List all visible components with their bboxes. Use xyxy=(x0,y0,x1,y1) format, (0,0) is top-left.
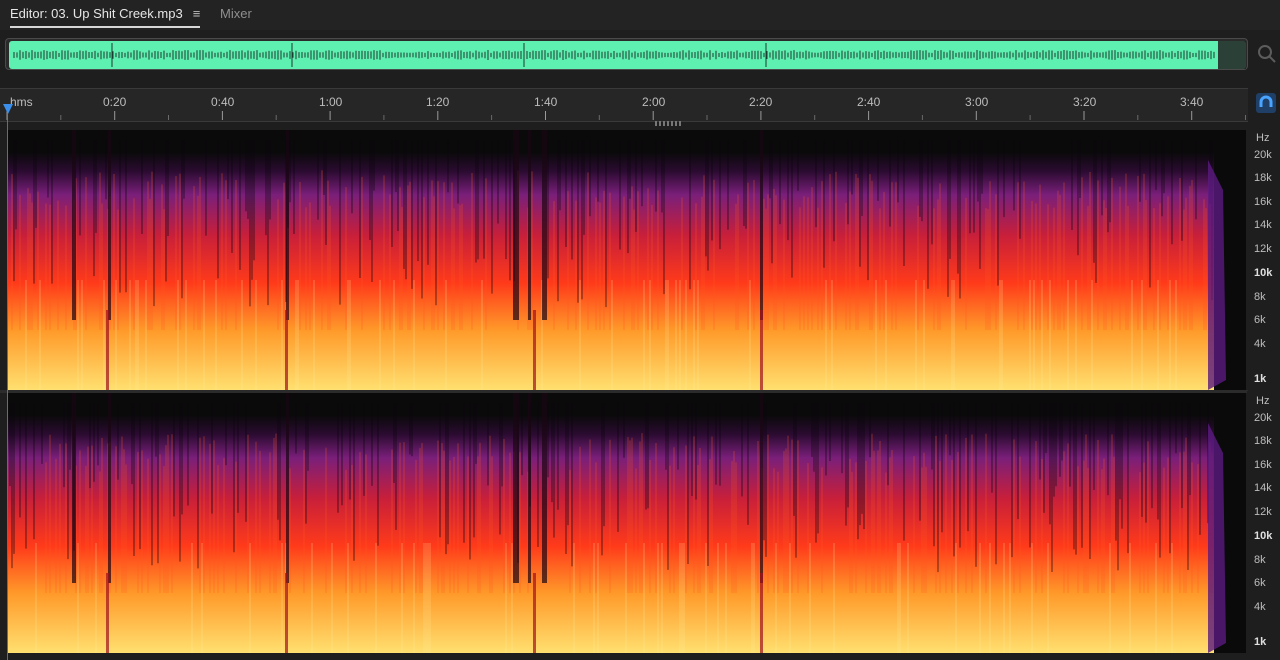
hz-label: 1k xyxy=(1254,636,1267,648)
ruler-mark: 3:20 xyxy=(1073,95,1097,109)
tab-editor[interactable]: Editor: 03. Up Shit Creek.mp3 ≡ xyxy=(10,6,201,28)
frequency-scale-right: Hz 20k 18k 16k 14k 12k 10k 8k 6k 4k 1k xyxy=(1247,391,1280,653)
ruler-mark: 0:40 xyxy=(211,95,235,109)
tab-editor-label: Editor: 03. Up Shit Creek.mp3 xyxy=(10,6,183,21)
playhead-line xyxy=(7,114,8,660)
time-ruler[interactable]: hms 0:20 0:40 1:00 1:20 1:40 2:00 2:20 2… xyxy=(0,88,1248,122)
overview-waveform-graphic xyxy=(9,41,1246,69)
hz-label: 8k xyxy=(1254,291,1266,303)
ruler-mark: 2:40 xyxy=(857,95,881,109)
hz-label: 16k xyxy=(1254,459,1272,471)
hz-label: 10k xyxy=(1254,530,1273,542)
tab-bar: Editor: 03. Up Shit Creek.mp3 ≡ Mixer xyxy=(0,0,1280,30)
hz-label: 14k xyxy=(1254,482,1272,494)
hz-label: 1k xyxy=(1254,373,1267,385)
hz-label: 20k xyxy=(1254,412,1272,424)
hz-label: 12k xyxy=(1254,506,1272,518)
panel-resize-grip[interactable] xyxy=(655,121,681,126)
ruler-mark: 3:40 xyxy=(1180,95,1204,109)
zoom-magnifier-icon[interactable] xyxy=(1257,44,1277,64)
hz-label: 18k xyxy=(1254,435,1272,447)
spectrogram-channel-left[interactable] xyxy=(8,130,1246,390)
playhead-marker-icon[interactable] xyxy=(3,104,13,114)
hz-label: 16k xyxy=(1254,196,1272,208)
hz-unit-label: Hz xyxy=(1256,132,1270,144)
hz-label: 4k xyxy=(1254,601,1266,613)
hz-label: 8k xyxy=(1254,554,1266,566)
hz-label: 18k xyxy=(1254,172,1272,184)
tab-mixer[interactable]: Mixer xyxy=(220,6,252,26)
overview-waveform[interactable] xyxy=(5,38,1248,70)
ruler-mark: 2:00 xyxy=(642,95,666,109)
hz-label: 6k xyxy=(1254,577,1266,589)
ruler-mark: 0:20 xyxy=(103,95,127,109)
ruler-mark: 2:20 xyxy=(749,95,773,109)
ruler-mark: 1:20 xyxy=(426,95,450,109)
spectrogram-graphic xyxy=(8,393,1246,653)
hz-label: 6k xyxy=(1254,314,1266,326)
hz-unit-label: Hz xyxy=(1256,395,1270,407)
ruler-unit-label: hms xyxy=(10,95,33,109)
frequency-scale-left: Hz 20k 18k 16k 14k 12k 10k 8k 6k 4k 1k xyxy=(1247,128,1280,390)
hz-label: 10k xyxy=(1254,267,1273,279)
hz-label: 20k xyxy=(1254,149,1272,161)
hamburger-menu-icon[interactable]: ≡ xyxy=(193,6,201,21)
ruler-mark: 1:40 xyxy=(534,95,558,109)
ruler-ticks xyxy=(6,111,1246,120)
spectrogram-channel-right[interactable] xyxy=(8,393,1246,653)
spectrogram-graphic xyxy=(8,130,1246,390)
snap-magnet-icon[interactable] xyxy=(1256,93,1276,113)
hz-label: 4k xyxy=(1254,338,1266,350)
hz-label: 14k xyxy=(1254,219,1272,231)
ruler-mark: 3:00 xyxy=(965,95,989,109)
ruler-mark: 1:00 xyxy=(319,95,343,109)
hz-label: 12k xyxy=(1254,243,1272,255)
